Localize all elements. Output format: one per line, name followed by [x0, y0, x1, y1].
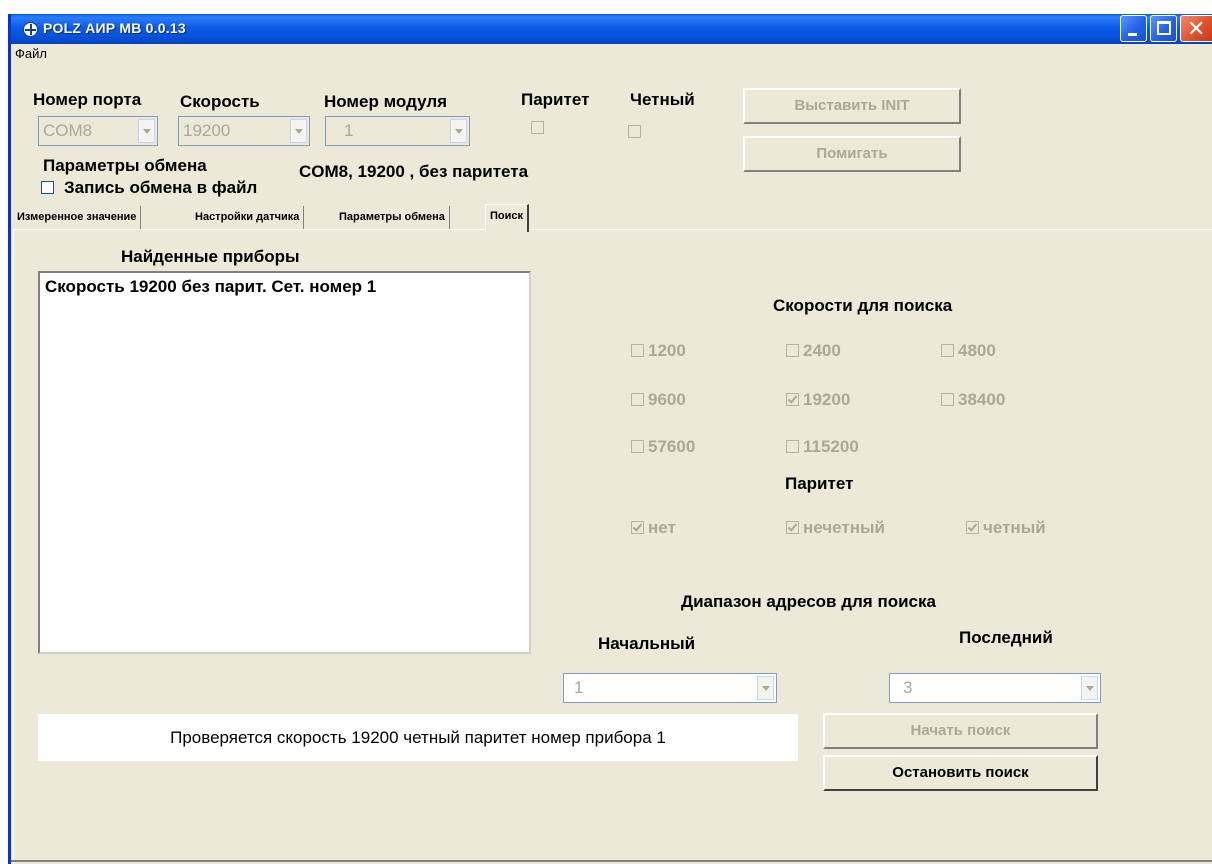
port-label: Номер порта [33, 90, 142, 109]
address-range-title: Диапазон адресов для поиска [681, 592, 936, 611]
tab-sensor-settings[interactable]: Настройки датчика [191, 206, 305, 230]
search-status-text: Проверяется скорость 19200 четный парите… [170, 728, 666, 747]
speed-1200-checkbox[interactable] [631, 344, 644, 357]
app-window: POLZ АИР МВ 0.0.13 ✕ Файл Номер порта Ск… [8, 14, 1212, 864]
last-address-label: Последний [959, 628, 1053, 647]
title-bar[interactable]: POLZ АИР МВ 0.0.13 ✕ [11, 14, 1212, 44]
chevron-down-icon[interactable] [290, 119, 307, 143]
parity-odd-label: нечетный [803, 518, 885, 537]
port-select[interactable]: COM8 [38, 116, 158, 146]
tab-search[interactable]: Поиск [485, 204, 530, 232]
speed-19200-label: 19200 [803, 390, 851, 409]
even-checkbox[interactable] [628, 125, 641, 138]
speed-9600-checkbox[interactable] [631, 393, 644, 406]
chevron-down-icon[interactable] [450, 119, 467, 143]
speed-4800-label: 4800 [958, 341, 996, 360]
chevron-down-icon[interactable] [138, 119, 155, 143]
menu-bar: Файл [11, 44, 1212, 64]
minimize-icon [1128, 33, 1137, 36]
speed-9600-label: 9600 [648, 390, 686, 409]
speed-2400-label: 2400 [803, 341, 841, 360]
start-address-value: 1 [574, 678, 584, 697]
speed-select[interactable]: 19200 [178, 116, 310, 146]
last-address-value: 3 [903, 678, 913, 697]
speed-2400-checkbox[interactable] [786, 344, 799, 357]
speed-115200-checkbox[interactable] [786, 440, 799, 453]
last-address-select[interactable]: 3 [889, 673, 1101, 703]
parity-even-label: четный [983, 518, 1046, 537]
module-select[interactable]: 1 [325, 116, 470, 146]
log-to-file-label: Запись обмена в файл [64, 178, 258, 197]
parity-none-checkbox[interactable] [631, 521, 644, 534]
speed-57600-checkbox[interactable] [631, 440, 644, 453]
speed-1200-label: 1200 [648, 341, 686, 360]
tab-measured-value[interactable]: Измеренное значение [13, 206, 142, 230]
parity-even-checkbox[interactable] [966, 521, 979, 534]
port-select-value: COM8 [43, 121, 93, 140]
speed-38400-label: 38400 [958, 390, 1006, 409]
log-to-file-checkbox[interactable] [41, 181, 54, 194]
module-select-value: 1 [344, 121, 354, 140]
tab-exchange-params[interactable]: Параметры обмена [335, 206, 450, 230]
menu-file[interactable]: Файл [13, 46, 49, 61]
set-init-button[interactable]: Выставить INIT [743, 88, 961, 124]
speed-select-value: 19200 [183, 121, 231, 140]
start-address-select[interactable]: 1 [563, 673, 777, 703]
parity-none-label: нет [648, 518, 676, 537]
speed-19200-checkbox[interactable] [786, 393, 799, 406]
exchange-params-label: Параметры обмена [43, 156, 207, 175]
speed-57600-label: 57600 [648, 437, 696, 456]
parity-label: Паритет [521, 90, 590, 109]
list-item[interactable]: Скорость 19200 без парит. Сет. номер 1 [45, 277, 376, 297]
module-label: Номер модуля [324, 92, 448, 111]
speed-115200-label: 115200 [803, 437, 859, 456]
minimize-button[interactable] [1120, 15, 1147, 42]
close-icon: ✕ [1187, 16, 1206, 41]
window-title: POLZ АИР МВ 0.0.13 [43, 20, 186, 36]
found-devices-title: Найденные приборы [121, 247, 300, 266]
close-button[interactable]: ✕ [1180, 15, 1212, 42]
maximize-button[interactable] [1150, 15, 1177, 42]
search-status-box: Проверяется скорость 19200 четный парите… [38, 714, 798, 761]
window-bottom-border [11, 860, 1212, 862]
chevron-down-icon[interactable] [757, 676, 774, 700]
maximize-icon [1157, 21, 1171, 35]
speed-label: Скорость [180, 92, 260, 111]
found-devices-list[interactable]: Скорость 19200 без парит. Сет. номер 1 [38, 271, 531, 654]
speeds-title: Скорости для поиска [773, 296, 953, 315]
parity-odd-checkbox[interactable] [786, 521, 799, 534]
speed-38400-checkbox[interactable] [941, 393, 954, 406]
blink-button[interactable]: Помигать [743, 136, 961, 172]
app-logo-icon [23, 22, 38, 37]
parity-checkbox[interactable] [531, 121, 544, 134]
start-search-button[interactable]: Начать поиск [823, 713, 1098, 749]
parity-title: Паритет [785, 474, 854, 493]
chevron-down-icon[interactable] [1081, 676, 1098, 700]
start-address-label: Начальный [598, 634, 696, 653]
stop-search-button[interactable]: Остановить поиск [823, 755, 1098, 791]
exchange-params-value: COM8, 19200 , без паритета [299, 162, 529, 181]
even-label: Четный [630, 90, 695, 109]
speed-4800-checkbox[interactable] [941, 344, 954, 357]
